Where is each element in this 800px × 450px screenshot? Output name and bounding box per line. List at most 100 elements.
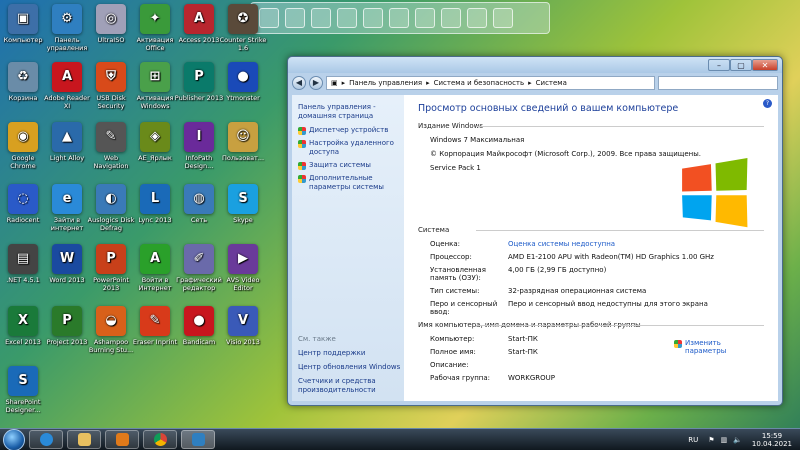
flag-icon[interactable]: ⚑ <box>708 436 714 444</box>
desktop-icon[interactable]: ⊞ Активация Windows <box>130 62 180 110</box>
taskbar-ie[interactable] <box>29 430 63 449</box>
app-icon: I <box>184 122 214 152</box>
desktop-icon[interactable]: ▲ Light Alloy <box>42 122 92 162</box>
desktop-icon[interactable]: ◐ Auslogics Disk Defrag <box>86 184 136 232</box>
app-icon: ▣ <box>8 4 38 34</box>
app-icon: ⚙ <box>52 4 82 34</box>
desktop-icon[interactable]: ✪ Counter Strike 1.6 <box>218 4 268 52</box>
taskbar-explorer[interactable] <box>67 430 101 449</box>
title-bar[interactable]: – ▢ ✕ <box>288 57 782 73</box>
app-icon: ● <box>184 306 214 336</box>
desktop-icon[interactable]: ● Bandicam <box>174 306 224 346</box>
desktop-icon[interactable]: ⛨ USB Disk Security <box>86 62 136 110</box>
desktop-icon[interactable]: ▶ AVS Video Editor <box>218 244 268 292</box>
change-params-link[interactable]: Изменить параметры <box>674 339 734 355</box>
dock-item[interactable] <box>285 8 305 28</box>
left-item-device-manager[interactable]: Диспетчер устройств <box>298 126 398 135</box>
desktop-icon[interactable]: ✐ Графический редактор <box>174 244 224 292</box>
left-item-advanced-settings[interactable]: Дополнительные параметры системы <box>298 174 398 192</box>
desktop-icon[interactable]: ◈ АЕ_Ярлык <box>130 122 180 162</box>
desktop-icon[interactable]: X Excel 2013 <box>0 306 48 346</box>
forward-button[interactable]: ▶ <box>309 76 323 90</box>
desktop-icon-label: SharePoint Designer... <box>5 398 41 414</box>
info-row: Описание: <box>418 361 764 369</box>
taskbar-control-panel[interactable] <box>181 430 215 449</box>
desktop-icon-label: Сеть <box>190 216 208 224</box>
desktop-icon[interactable]: V Visio 2013 <box>218 306 268 346</box>
start-button[interactable] <box>3 428 25 450</box>
close-button[interactable]: ✕ <box>752 59 778 71</box>
desktop-icon[interactable]: ☺ Пользоват... <box>218 122 268 162</box>
dock-item[interactable] <box>467 8 487 28</box>
desktop-icon[interactable]: P Publisher 2013 <box>174 62 224 102</box>
desktop-icon[interactable]: ✦ Активация Office <box>130 4 180 52</box>
app-icon: P <box>52 306 82 336</box>
dock-item[interactable] <box>389 8 409 28</box>
volume-icon[interactable]: 🔈 <box>733 436 742 444</box>
desktop-icon[interactable]: A Войти в Интернет <box>130 244 180 292</box>
desktop-icon[interactable]: ♻ Корзина <box>0 62 48 102</box>
desktop-icon[interactable]: P Project 2013 <box>42 306 92 346</box>
desktop-icon-label: Light Alloy <box>49 154 85 162</box>
desktop-icon-label: Visio 2013 <box>226 338 260 346</box>
desktop-icon-label: АЕ_Ярлык <box>138 154 172 162</box>
dock-item[interactable] <box>337 8 357 28</box>
desktop-icon[interactable]: S SharePoint Designer... <box>0 366 48 414</box>
desktop-icon[interactable]: S Skype <box>218 184 268 224</box>
info-row: Установленная память (ОЗУ): 4,00 ГБ (2,99… <box>418 266 764 282</box>
see-also-link[interactable]: Центр обновления Windows <box>298 363 404 372</box>
desktop-icon[interactable]: W Word 2013 <box>42 244 92 284</box>
desktop-icon[interactable]: I InfoPath Design... <box>174 122 224 170</box>
app-icon: S <box>228 184 258 214</box>
app-icon: ◌ <box>8 184 38 214</box>
desktop-icon[interactable]: ◌ Radiocent <box>0 184 48 224</box>
minimize-button[interactable]: – <box>708 59 730 71</box>
address-bar[interactable]: ▣ ▸ Панель управления ▸ Система и безопа… <box>326 76 655 90</box>
desktop-icon[interactable]: ✎ Eraser Inprint <box>130 306 180 346</box>
back-button[interactable]: ◀ <box>292 76 306 90</box>
clock[interactable]: 15:59 10.04.2021 <box>752 432 792 448</box>
taskbar-chrome[interactable] <box>143 430 177 449</box>
dock-item[interactable] <box>493 8 513 28</box>
dock-item[interactable] <box>441 8 461 28</box>
maximize-button[interactable]: ▢ <box>730 59 752 71</box>
desktop-icon[interactable]: ● Ytmonster <box>218 62 268 102</box>
desktop-icon[interactable]: ◍ Сеть <box>174 184 224 224</box>
taskbar-media[interactable] <box>105 430 139 449</box>
desktop-icon[interactable]: ◒ Ashampoo Burning Stu... <box>86 306 136 354</box>
info-value <box>508 361 764 369</box>
breadcrumb-item[interactable]: Система <box>536 79 567 87</box>
left-item-remote-settings[interactable]: Настройка удаленного доступа <box>298 139 398 157</box>
desktop-icon[interactable]: ▣ Компьютер <box>0 4 48 44</box>
desktop-icon[interactable]: A Adobe Reader XI <box>42 62 92 110</box>
desktop-icon[interactable]: P PowerPoint 2013 <box>86 244 136 292</box>
dock-item[interactable] <box>363 8 383 28</box>
language-indicator[interactable]: RU <box>688 436 698 444</box>
help-button[interactable]: ? <box>763 99 772 108</box>
change-params-label: Изменить параметры <box>685 339 727 355</box>
dock-item[interactable] <box>311 8 331 28</box>
see-also-link[interactable]: Центр поддержки <box>298 349 404 358</box>
breadcrumb-item[interactable]: Панель управления <box>349 79 422 87</box>
desktop-icon[interactable]: ⚙ Панель управления <box>42 4 92 52</box>
desktop-icon[interactable]: A Access 2013 <box>174 4 224 44</box>
network-icon[interactable]: ▥ <box>721 436 728 444</box>
computer-header: Имя компьютера, имя домена и параметры р… <box>418 321 764 329</box>
desktop-icon[interactable]: e Зайти в интернет <box>42 184 92 232</box>
breadcrumb-item[interactable]: Система и безопасность <box>434 79 525 87</box>
info-link[interactable]: Оценка системы недоступна <box>508 240 764 248</box>
app-icon: ✐ <box>184 244 214 274</box>
main-pane: ? Просмотр основных сведений о вашем ком… <box>404 95 778 401</box>
desktop-icon[interactable]: L Lync 2013 <box>130 184 180 224</box>
search-input[interactable] <box>658 76 778 90</box>
left-item-system-protection[interactable]: Защита системы <box>298 161 398 170</box>
app-icon: P <box>184 62 214 92</box>
control-panel-home-link[interactable]: Панель управления - домашняя страница <box>298 103 398 121</box>
desktop-icon[interactable]: ▤ .NET 4.5.1 <box>0 244 48 284</box>
desktop-icon[interactable]: ◉ Google Chrome <box>0 122 48 170</box>
desktop-icon[interactable]: ✎ Web Navigation <box>86 122 136 170</box>
dock-item[interactable] <box>415 8 435 28</box>
see-also-link[interactable]: Счетчики и средства производительности <box>298 377 404 395</box>
edition-name: Windows 7 Максимальная <box>430 136 525 144</box>
desktop-icon[interactable]: ◎ UltraISO <box>86 4 136 44</box>
